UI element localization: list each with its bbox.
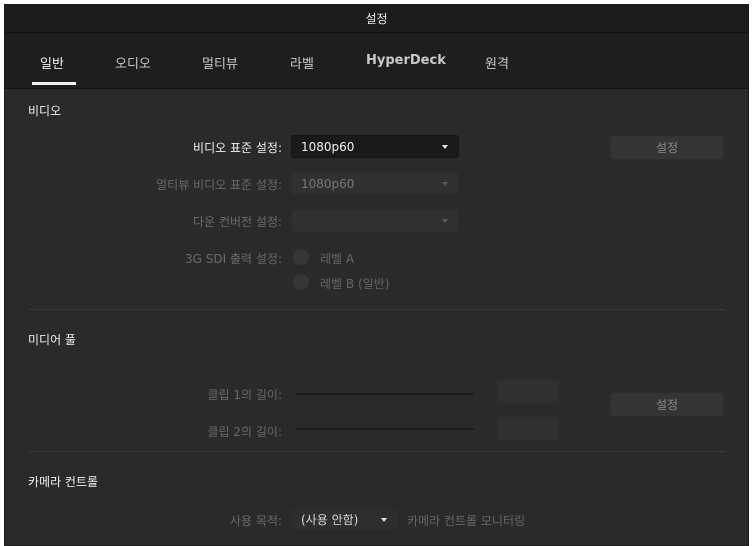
- window-title: 설정: [365, 12, 388, 26]
- video-standard-label: 비디오 표준 설정:: [193, 141, 282, 155]
- tab-multiview[interactable]: 멀티뷰: [202, 53, 238, 72]
- sdi-level-a-radio[interactable]: [293, 249, 309, 265]
- multiview-standard-label: 멀티뷰 비디오 표준 설정:: [156, 178, 282, 192]
- video-standard-value: 1080p60: [301, 139, 355, 154]
- clip1-length-input[interactable]: [496, 379, 560, 404]
- video-section-title: 비디오: [28, 104, 62, 118]
- sdi-output-label: 3G SDI 출력 설정:: [185, 252, 282, 266]
- section-divider: [29, 309, 725, 310]
- clip1-length-slider[interactable]: [296, 393, 474, 395]
- camera-control-section-title: 카메라 컨트롤: [28, 475, 99, 489]
- settings-window: 설정 일반 오디오 멀티뷰 라벨 HyperDeck 원격 비디오 비디오 표준…: [4, 4, 749, 546]
- chevron-down-icon: [381, 518, 387, 522]
- multiview-standard-select[interactable]: 1080p60: [291, 172, 459, 195]
- clip1-length-label: 클립 1의 길이:: [207, 388, 282, 402]
- sdi-level-a-label: 레벨 A: [320, 252, 355, 266]
- clip2-length-label: 클립 2의 길이:: [207, 425, 282, 439]
- section-divider: [29, 451, 725, 452]
- sdi-level-b-radio[interactable]: [293, 274, 309, 290]
- downconvert-label: 다운 컨버전 설정:: [193, 215, 282, 229]
- general-settings-panel: 비디오 비디오 표준 설정: 1080p60 설정 멀티뷰 비디오 표준 설정:…: [5, 90, 748, 545]
- tab-bar: 일반 오디오 멀티뷰 라벨 HyperDeck 원격: [5, 33, 748, 89]
- usage-purpose-label: 사용 목적:: [229, 514, 282, 528]
- active-tab-indicator: [32, 82, 76, 85]
- tab-remote[interactable]: 원격: [485, 53, 509, 72]
- title-bar: 설정: [5, 5, 748, 33]
- tab-audio[interactable]: 오디오: [115, 53, 151, 72]
- tab-hyperdeck[interactable]: HyperDeck: [366, 53, 446, 68]
- tab-general[interactable]: 일반: [40, 53, 64, 72]
- usage-purpose-value: (사용 안함): [301, 513, 359, 527]
- video-standard-select[interactable]: 1080p60: [291, 135, 459, 158]
- chevron-down-icon: [442, 145, 448, 149]
- chevron-down-icon: [442, 219, 448, 223]
- video-set-button[interactable]: 설정: [610, 135, 724, 160]
- multiview-standard-value: 1080p60: [301, 176, 355, 191]
- clip2-length-input[interactable]: [496, 416, 560, 441]
- tab-labels[interactable]: 라벨: [290, 53, 314, 72]
- sdi-level-b-label: 레벨 B (일반): [320, 277, 390, 291]
- camera-control-monitoring-label: 카메라 컨트롤 모니터링: [407, 514, 526, 528]
- chevron-down-icon: [442, 182, 448, 186]
- media-pool-set-button[interactable]: 설정: [610, 392, 724, 417]
- usage-purpose-select[interactable]: (사용 안함): [291, 508, 398, 531]
- clip2-length-slider[interactable]: [296, 428, 474, 430]
- downconvert-select[interactable]: [291, 209, 459, 232]
- media-pool-section-title: 미디어 풀: [28, 333, 76, 347]
